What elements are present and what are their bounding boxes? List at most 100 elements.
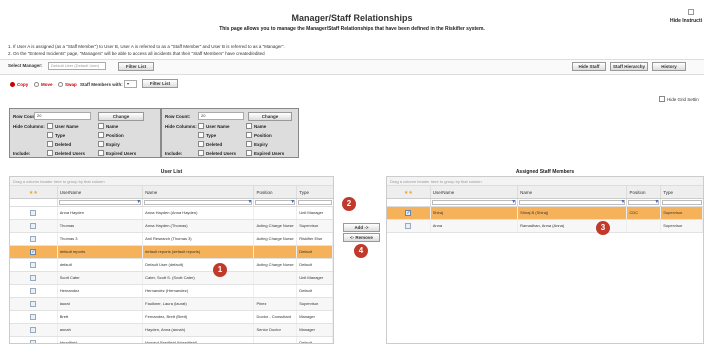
filter-icon[interactable]: ▼ [511, 199, 516, 205]
select-manager-dropdown[interactable]: Default User (Default User) [48, 62, 106, 70]
grid-header-row: ★★ UserName Name Position Type [387, 186, 703, 199]
option-label: Position [254, 133, 272, 138]
row-count-input[interactable]: 20 [34, 112, 91, 120]
hide-expiry-checkbox[interactable] [98, 141, 104, 147]
name-filter[interactable]: ▼ [143, 199, 255, 206]
instruction-note: 1. If User A is assigned (as a "Staff Me… [8, 44, 285, 49]
filter-icon[interactable]: ▼ [136, 199, 141, 205]
filter-icon[interactable]: ▼ [290, 199, 295, 205]
username-filter[interactable]: ▼ [58, 199, 144, 206]
include-label: Include: [165, 151, 183, 156]
staff-filter-dropdown[interactable]: ▾ [124, 80, 137, 88]
hide-type-checkbox[interactable] [198, 132, 204, 138]
row-checkbox[interactable] [30, 275, 37, 281]
select-all-column[interactable]: ★★ [10, 186, 58, 198]
cell-username: laurat [58, 298, 144, 310]
swap-radio[interactable] [58, 82, 63, 87]
cell-position: Pinez [254, 298, 298, 310]
move-radio[interactable] [34, 82, 39, 87]
row-count-input[interactable]: 20 [198, 112, 244, 120]
row-select-cell [10, 220, 58, 232]
include-expired-users-checkbox[interactable] [246, 150, 252, 156]
table-row[interactable]: Brett Fernandez, Brett (Brett) Doctor - Co… [10, 311, 333, 324]
include-deleted-users-checkbox[interactable] [198, 150, 204, 156]
hide-name-checkbox[interactable] [98, 123, 104, 129]
hide-deleted-checkbox[interactable] [198, 141, 204, 147]
hide-expiry-checkbox[interactable] [246, 141, 252, 147]
staff-hierarchy-button[interactable]: Staff Hierarchy [610, 62, 648, 71]
cell-type: Supervisor [661, 207, 703, 219]
assigned-staff-grid: Drag a column header here to group by th… [386, 176, 704, 344]
row-count-change-button[interactable]: Change [98, 112, 144, 121]
position-filter[interactable]: ▼ [627, 199, 662, 206]
hide-grid-settings-checkbox[interactable] [659, 96, 665, 102]
hide-type-checkbox[interactable] [47, 132, 53, 138]
hide-username-checkbox[interactable] [198, 123, 204, 129]
include-deleted-users-checkbox[interactable] [47, 150, 53, 156]
row-checkbox[interactable] [30, 327, 37, 333]
type-filter[interactable] [661, 199, 703, 206]
table-row[interactable]: Anna Hayden Anna Hayden (Anna Hayden) Unit… [10, 207, 333, 220]
add-button[interactable]: Add -> [343, 223, 380, 232]
table-row[interactable]: Scott Cater Cater, Scott S. (Scott Cater)… [10, 272, 333, 285]
row-checkbox[interactable] [405, 223, 412, 229]
copy-radio[interactable] [10, 82, 15, 87]
position-filter[interactable]: ▼ [254, 199, 298, 206]
option-label: Expired Users [106, 151, 137, 156]
row-checkbox[interactable] [30, 288, 37, 294]
table-row[interactable]: Thomas 3 Anil Research (Thomas 3) Acting C… [10, 233, 333, 246]
mode-filter-list-button[interactable]: Filter List [142, 79, 178, 88]
table-row[interactable]: Hernandez Hernandez (Hernandez) Default [10, 285, 333, 298]
row-checkbox[interactable] [30, 340, 37, 343]
row-checkbox[interactable] [30, 249, 37, 255]
column-name[interactable]: Name [518, 186, 628, 198]
table-row[interactable]: laurat Faulkner, Laura (laurat) Pinez Super… [10, 298, 333, 311]
hide-name-checkbox[interactable] [246, 123, 252, 129]
column-username[interactable]: UserName [58, 186, 144, 198]
row-checkbox[interactable] [30, 210, 37, 216]
filter-list-button[interactable]: Filter List [118, 62, 154, 71]
column-position[interactable]: Position [254, 186, 298, 198]
column-type[interactable]: Type [297, 186, 333, 198]
table-row[interactable]: Anna Ramadhan, Anna (Anna) Supervisor [387, 220, 703, 233]
filter-icon[interactable]: ▼ [248, 199, 253, 205]
column-name[interactable]: Name [143, 186, 255, 198]
hide-staff-button[interactable]: Hide Staff [572, 62, 606, 71]
table-row[interactable]: Thomas Anna Hayden (Thomas) Acting Charge … [10, 220, 333, 233]
table-row[interactable]: hbradfield Howard Bradfield (hbradfield) D… [10, 337, 333, 343]
hide-position-checkbox[interactable] [246, 132, 252, 138]
history-button[interactable]: History [652, 62, 686, 71]
table-row[interactable]: default Default User (default) Acting Char… [10, 259, 333, 272]
row-checkbox[interactable] [30, 301, 37, 307]
hide-instructions-checkbox[interactable] [688, 9, 694, 15]
row-checkbox[interactable] [30, 236, 37, 242]
table-row[interactable]: default reportsdefault reports (default … [10, 246, 333, 259]
username-filter[interactable]: ▼ [431, 199, 519, 206]
cell-position: CDC [627, 207, 662, 219]
cell-type: Default [297, 259, 333, 271]
filter-icon[interactable]: ▼ [621, 199, 626, 205]
hide-position-checkbox[interactable] [98, 132, 104, 138]
cell-type: Manager [297, 324, 333, 336]
select-all-column[interactable]: ★★ [387, 186, 431, 198]
hide-deleted-checkbox[interactable] [47, 141, 53, 147]
cell-position: Acting Charge Nurse [254, 220, 298, 232]
row-checkbox[interactable] [30, 223, 37, 229]
row-checkbox[interactable] [30, 262, 37, 268]
column-position[interactable]: Position [627, 186, 662, 198]
cell-position [254, 337, 298, 343]
cell-username: Anna Hayden [58, 207, 144, 219]
type-filter[interactable] [297, 199, 333, 206]
include-expired-users-checkbox[interactable] [98, 150, 104, 156]
remove-button[interactable]: <- Remove [343, 233, 380, 242]
table-row[interactable]: annah Hayden, Anna (annah) Senior Doctor Ma… [10, 324, 333, 337]
name-filter[interactable]: ▼ [518, 199, 628, 206]
filter-icon[interactable]: ▼ [654, 199, 659, 205]
table-row[interactable]: ShirajShiraj B (Shiraj)CDCSupervisor [387, 207, 703, 220]
hide-username-checkbox[interactable] [47, 123, 53, 129]
row-checkbox[interactable] [405, 210, 412, 216]
column-username[interactable]: UserName [431, 186, 519, 198]
row-checkbox[interactable] [30, 314, 37, 320]
column-type[interactable]: Type [661, 186, 703, 198]
row-count-change-button[interactable]: Change [248, 112, 292, 121]
